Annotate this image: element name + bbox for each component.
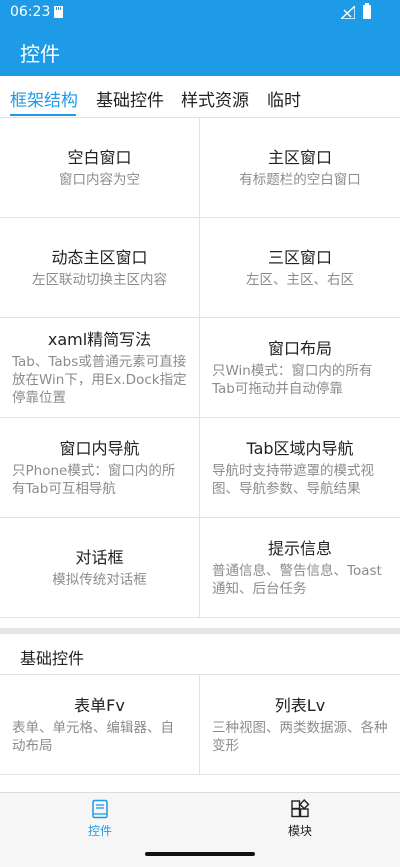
item-blank-window[interactable]: 空白窗口 窗口内容为空 [0,118,200,217]
item-in-window-navigation[interactable]: 窗口内导航 只Phone模式：窗口内的所有Tab可互相导航 [0,418,200,517]
book-icon [92,799,108,819]
bottom-nav: 控件 模块 [0,792,400,842]
item-description: 只Win模式：窗口内的所有Tab可拖动并自动停靠 [212,362,373,397]
grid-row: 表单Fv 表单、单元格、编辑器、自动布局 列表Lv 三种视图、两类数据源、各种变… [0,675,400,775]
section-divider [0,628,400,634]
item-title: 窗口内导航 [59,438,140,458]
tab-temporary[interactable]: 临时 [267,86,301,111]
tab-framework[interactable]: 框架结构 [10,86,78,111]
item-list-lv[interactable]: 列表Lv 三种视图、两类数据源、各种变形 [200,675,400,774]
item-description: Tab、Tabs或普通元素可直接放在Win下，用Ex.Dock指定停靠位置 [12,353,187,406]
item-title: 动态主区窗口 [51,247,148,267]
tab-indicator [10,114,76,116]
section-title: 基础控件 [20,649,85,668]
item-title: 提示信息 [267,538,332,558]
item-description: 三种视图、两类数据源、各种变形 [212,719,388,754]
nav-modules[interactable]: 模块 [200,793,400,843]
nav-label: 控件 [87,824,112,838]
item-title: 三区窗口 [267,247,332,267]
modules-icon [291,799,310,818]
grid-row: 动态主区窗口 左区联动切换主区内容 三区窗口 左区、主区、右区 [0,218,400,318]
item-title: 窗口布局 [267,338,332,358]
item-notifications[interactable]: 提示信息 普通信息、警告信息、Toast通知、后台任务 [200,518,400,617]
nav-label: 模块 [287,824,312,838]
item-title: 空白窗口 [67,147,132,167]
gesture-bar [0,842,400,867]
item-title: 主区窗口 [267,147,332,167]
tab-style-resources[interactable]: 样式资源 [181,86,249,111]
item-xaml-shorthand[interactable]: xaml精简写法 Tab、Tabs或普通元素可直接放在Win下，用Ex.Dock… [0,318,200,417]
grid-row: xaml精简写法 Tab、Tabs或普通元素可直接放在Win下，用Ex.Dock… [0,318,400,418]
status-time: 06:23 [10,4,51,20]
item-dialog[interactable]: 对话框 模拟传统对话框 [0,518,200,617]
grid-row: 空白窗口 窗口内容为空 主区窗口 有标题栏的空白窗口 [0,118,400,218]
item-description: 表单、单元格、编辑器、自动布局 [12,719,174,754]
sd-card-icon [54,6,63,18]
tab-basic-controls[interactable]: 基础控件 [96,86,164,111]
item-tab-area-navigation[interactable]: Tab区域内导航 导航时支持带遮罩的模式视图、导航参数、导航结果 [200,418,400,517]
grid-row: 对话框 模拟传统对话框 提示信息 普通信息、警告信息、Toast通知、后台任务 [0,518,400,618]
item-title: 对话框 [75,547,124,567]
item-title: Tab区域内导航 [246,438,354,458]
battery-icon [363,3,371,19]
basic-controls-grid: 表单Fv 表单、单元格、编辑器、自动布局 列表Lv 三种视图、两类数据源、各种变… [0,674,400,775]
item-description: 普通信息、警告信息、Toast通知、后台任务 [212,562,382,597]
item-three-pane-window[interactable]: 三区窗口 左区、主区、右区 [200,218,400,317]
tab-bar: 框架结构 基础控件 样式资源 临时 [0,76,400,118]
page-title: 控件 [20,42,60,66]
item-description: 导航时支持带遮罩的模式视图、导航参数、导航结果 [212,462,374,497]
item-title: 表单Fv [74,695,125,715]
item-title: xaml精简写法 [47,329,152,349]
item-description: 有标题栏的空白窗口 [239,171,361,188]
item-dynamic-main-window[interactable]: 动态主区窗口 左区联动切换主区内容 [0,218,200,317]
item-description: 只Phone模式：窗口内的所有Tab可互相导航 [12,462,176,497]
framework-grid: 空白窗口 窗口内容为空 主区窗口 有标题栏的空白窗口 动态主区窗口 左区联动切换… [0,118,400,618]
home-gesture-handle[interactable] [145,852,255,856]
item-main-window[interactable]: 主区窗口 有标题栏的空白窗口 [200,118,400,217]
app-bar: 控件 [0,26,400,76]
item-description: 左区联动切换主区内容 [32,271,167,288]
status-bar: 06:23 [0,0,400,26]
item-form-fv[interactable]: 表单Fv 表单、单元格、编辑器、自动布局 [0,675,200,774]
item-title: 列表Lv [274,695,326,715]
nav-controls[interactable]: 控件 [0,793,200,843]
item-description: 左区、主区、右区 [246,271,354,288]
item-description: 窗口内容为空 [59,171,140,188]
grid-row: 窗口内导航 只Phone模式：窗口内的所有Tab可互相导航 Tab区域内导航 导… [0,418,400,518]
item-description: 模拟传统对话框 [52,571,147,588]
item-window-layout[interactable]: 窗口布局 只Win模式：窗口内的所有Tab可拖动并自动停靠 [200,318,400,417]
signal-icon [341,6,355,19]
